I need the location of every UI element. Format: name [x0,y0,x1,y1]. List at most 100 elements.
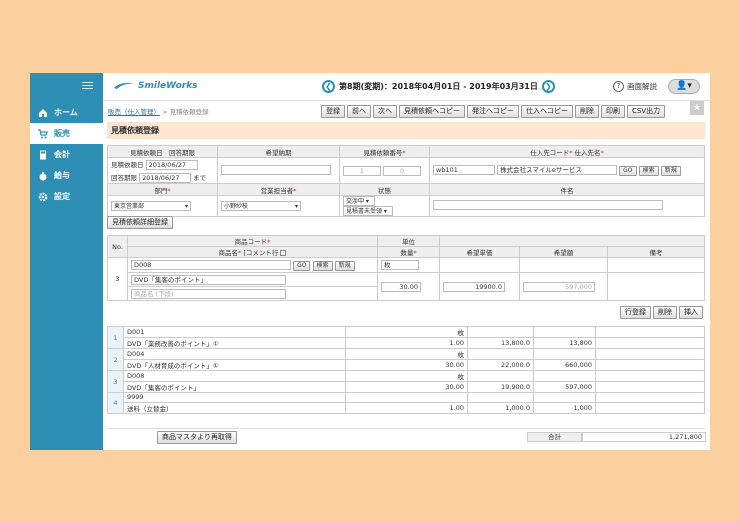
amount-cell: 597,000 [519,272,608,301]
sidebar-item-accounting[interactable]: 会計 [30,144,103,165]
row-delete-button[interactable]: 削除 [653,306,677,319]
product-go-button[interactable]: GO [293,260,311,271]
table-row-sub[interactable]: DVD「集客のポイント」 30.00 19,900.0 597,000 [108,381,705,393]
unit-input[interactable]: 枚 [381,260,419,270]
help-label: 画面解説 [627,82,657,91]
toolbar: 登録 前へ 次へ 見積依頼へコピー 発注へコピー 仕入へコピー 削除 印刷 CS… [321,105,667,118]
product-name-input[interactable]: DVD「集客のポイント」 [131,274,286,285]
cart-icon [38,128,48,138]
status-select-1[interactable]: 交渉中 ▾ [343,196,375,206]
sidebar-item-home[interactable]: ホーム [30,102,103,123]
table-row-sub[interactable]: DVD「業務改善のポイント」① 1.00 13,800.0 13,800 [108,337,705,349]
table-row[interactable]: 1 D001 枚 [107,326,705,349]
table-row[interactable]: 4 9999 [107,392,705,414]
copy-to-order-button[interactable]: 発注へコピー [467,105,519,118]
copy-to-quote-request-button[interactable]: 見積依頼へコピー [399,105,465,118]
hamburger-menu-icon[interactable] [82,82,93,90]
no-header: No. [107,235,128,258]
supplier-name-input[interactable]: 株式会社スマイルeサービス [497,165,618,175]
detail-register-button[interactable]: 見積依頼詳細登録 [107,216,173,229]
bookmark-star-icon[interactable]: ★ [690,101,704,115]
table-row-sub[interactable]: DVD「人材育成のポイント」① 30.00 22,000.0 660,000 [108,359,705,371]
delete-button[interactable]: 削除 [575,105,599,118]
until-label: まで [193,173,207,182]
next-period-button[interactable]: ❯ [541,80,555,93]
supplier-search-button[interactable]: 検索 [638,166,659,176]
prev-period-button[interactable]: ❮ [322,80,335,93]
gear-icon [38,192,48,201]
app-window: ホーム 販売 会計 給与 設定 SmileWorks ❮ 第8期(変期)：201… [30,73,710,450]
supplier-go-button[interactable]: GO [619,166,637,176]
line-items-table: 1 D001 枚 DVD「業務改善のポイント」① 1.00 13,800.0 13,800… [107,326,705,414]
product-subname-cell: 商品名 (下段) [127,286,378,301]
next-button[interactable]: 次へ [373,105,397,118]
request-number-input-2[interactable]: 0 [383,165,422,176]
table-row[interactable]: 3 D008 枚 [107,370,705,393]
register-button[interactable]: 登録 [321,105,345,118]
price-input[interactable]: 19900.0 [443,281,505,292]
desired-delivery-header: 希望納期 [217,145,340,158]
status-select-2[interactable]: 見積書未受領 ▾ [343,206,393,216]
note-cell [607,272,705,301]
staff-header: 営業担当者* [217,183,340,196]
help-link[interactable]: ? 画面解説 [613,81,657,92]
answer-date-input[interactable]: 2018/06/27 [139,172,192,183]
calculator-icon [40,150,46,159]
total-value: 1,271,800 [582,432,706,442]
quantity-header: 数量* [377,246,440,258]
staff-select[interactable]: 小野紗枝 ▾ [221,201,301,211]
detail-entry-table: No. 商品コード* 単位 商品名* [コメント行 数量* 希望単価 希望額 備… [107,235,705,301]
top-bar: SmileWorks ❮ 第8期(変期)：2018年04月01日 - 2019年… [103,73,710,101]
unit-header: 単位 [377,235,440,247]
supplier-new-button[interactable]: 新規 [660,166,681,176]
desired-delivery-input[interactable] [221,164,331,175]
home-icon [39,108,47,117]
status-cell: 交渉中 ▾ 見積書未受領 ▾ [339,195,430,217]
breadcrumb-current: 見積依頼登録 [169,108,209,116]
supplier-cell: wb101 株式会社スマイルeサービス GO 検索 新規 [429,157,705,184]
product-name-header: 商品名* [コメント行 [127,246,378,258]
product-code-cell: D008 GO 検索 新規 [127,257,378,273]
logo: SmileWorks [113,81,198,91]
product-code-input[interactable]: D008 [131,259,291,270]
amount-input[interactable]: 597,000 [523,281,595,292]
comment-row-checkbox[interactable] [280,250,287,256]
product-search-button[interactable]: 検索 [312,260,333,271]
breadcrumb: 販売（仕入管理） > 見積依頼登録 [108,106,209,116]
sidebar-item-settings[interactable]: 設定 [30,186,103,207]
supplier-code-input[interactable]: wb101 [433,165,495,175]
header-form: 見積依頼日 回答期限 希望納期 見積依頼番号* 仕入先コード* 仕入先名* 見積… [107,145,705,217]
table-row-sub[interactable]: 送料（立替金） 1.00 1,000.0 1,000 [108,401,705,414]
user-menu-button[interactable]: 👤▾ [668,79,700,94]
row-insert-button[interactable]: 挿入 [679,306,703,319]
quantity-input[interactable]: 30.00 [381,281,421,292]
sidebar-item-sales[interactable]: 販売 [30,123,103,144]
product-subname-input[interactable]: 商品名 (下段) [131,288,286,299]
product-name-cell: DVD「集客のポイント」 [127,272,378,287]
csv-export-button[interactable]: CSV出力 [627,105,666,118]
table-row[interactable]: 2 D004 枚 [107,348,705,371]
subject-input[interactable] [433,200,663,210]
reload-from-master-button[interactable]: 商品マスタより再取得 [157,431,237,444]
copy-to-purchase-button[interactable]: 仕入へコピー [521,105,573,118]
sidebar-item-label: 販売 [54,129,70,138]
print-button[interactable]: 印刷 [601,105,625,118]
staff-cell: 小野紗枝 ▾ [217,195,340,217]
subject-cell [429,195,705,217]
request-number-cell: 1 0 [339,157,430,184]
sidebar-item-label: 会計 [54,150,70,159]
request-date-label: 見積依頼日 [111,160,144,169]
breadcrumb-parent-link[interactable]: 販売（仕入管理） [108,108,160,116]
logo-swoosh-icon [114,83,134,89]
sidebar-item-payroll[interactable]: 給与 [30,165,103,186]
request-number-input-1[interactable]: 1 [343,165,381,176]
breadcrumb-bar: 販売（仕入管理） > 見積依頼登録 登録 前へ 次へ 見積依頼へコピー 発注へコ… [103,101,710,121]
quantity-cell: 30.00 [377,272,440,301]
row-register-button[interactable]: 行登録 [620,306,651,319]
product-code-header: 商品コード* [127,235,378,247]
department-select[interactable]: 東京営業部 ▾ [111,201,191,211]
prev-button[interactable]: 前へ [347,105,371,118]
request-date-input[interactable]: 2018/06/27 [145,159,198,170]
product-new-button[interactable]: 新規 [334,260,355,271]
desired-amount-header: 希望額 [519,246,608,258]
